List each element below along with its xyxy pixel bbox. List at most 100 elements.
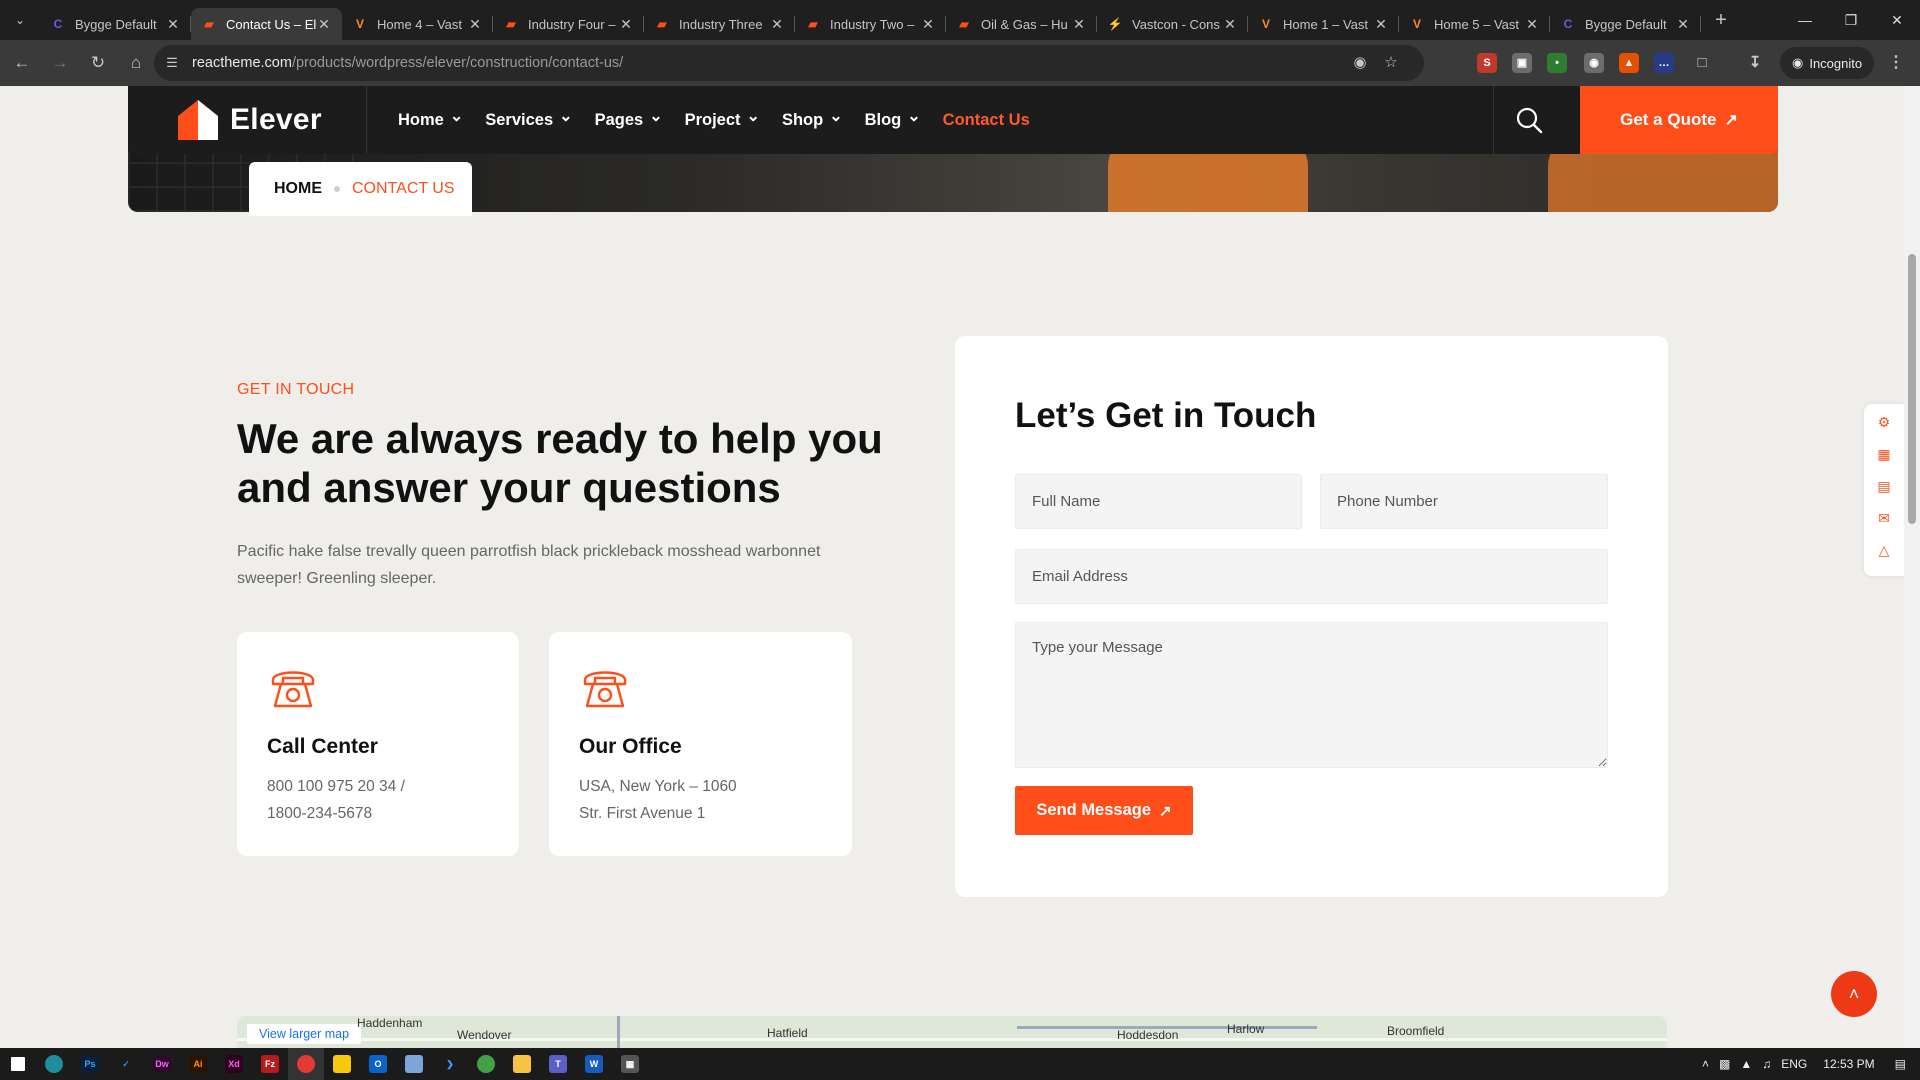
language-indicator[interactable]: ENG: [1781, 1057, 1807, 1071]
browser-tab[interactable]: ⚡ Vastcon - Cons ✕: [1097, 8, 1248, 40]
camera-extension-icon[interactable]: ◉: [1584, 53, 1604, 73]
browser-menu-icon[interactable]: ⋮: [1886, 53, 1906, 73]
outlook-icon[interactable]: O: [360, 1048, 396, 1080]
back-button[interactable]: ←: [6, 47, 38, 79]
menu-item-shop[interactable]: Shop ⌄: [782, 108, 843, 130]
eye-off-icon[interactable]: ◉: [1351, 54, 1369, 72]
menu-item-contact-us[interactable]: Contact Us: [943, 111, 1030, 130]
settings-gear-icon[interactable]: ⚙: [1864, 408, 1904, 436]
download-icon[interactable]: ↧: [1745, 53, 1765, 73]
menu-item-home[interactable]: Home ⌄: [398, 108, 463, 130]
tab-search-icon[interactable]: ⌄: [0, 0, 40, 40]
cart-icon[interactable]: △: [1864, 536, 1904, 564]
calculator-icon[interactable]: ▦: [612, 1048, 648, 1080]
extension-icon[interactable]: •: [1547, 53, 1567, 73]
close-tab-icon[interactable]: ✕: [1222, 16, 1238, 33]
browser-tab[interactable]: C Bygge Default ✕: [1550, 8, 1701, 40]
reload-button[interactable]: ↻: [82, 47, 114, 79]
menu-item-pages[interactable]: Pages ⌄: [595, 108, 663, 130]
search-icon[interactable]: [1513, 104, 1545, 136]
wifi-icon[interactable]: ▲: [1740, 1057, 1752, 1071]
browser-tab[interactable]: ▰ Oil & Gas – Hu ✕: [946, 8, 1097, 40]
close-tab-icon[interactable]: ✕: [316, 16, 332, 33]
extensions-puzzle-icon[interactable]: □: [1692, 53, 1712, 73]
close-tab-icon[interactable]: ✕: [1675, 16, 1691, 33]
extension-icon[interactable]: ▲: [1619, 53, 1639, 73]
browser-tab[interactable]: ▰ Contact Us – El ✕: [191, 8, 342, 40]
windows-start-icon[interactable]: [0, 1048, 36, 1080]
browser-tab[interactable]: V Home 4 – Vast ✕: [342, 8, 493, 40]
edge-icon[interactable]: [36, 1048, 72, 1080]
telephone-icon: [583, 671, 627, 708]
home-button[interactable]: ⌂: [120, 47, 152, 79]
address-bar[interactable]: ☰ reactheme.com/products/wordpress/eleve…: [154, 45, 1424, 81]
get-quote-button[interactable]: Get a Quote ↗: [1580, 86, 1778, 154]
chrome-icon[interactable]: [288, 1048, 324, 1080]
close-tab-icon[interactable]: ✕: [165, 16, 181, 33]
browser-tab[interactable]: V Home 1 – Vast ✕: [1248, 8, 1399, 40]
bookmark-star-icon[interactable]: ☆: [1382, 54, 1400, 72]
chrome-icon[interactable]: [468, 1048, 504, 1080]
page-scrollbar[interactable]: [1904, 86, 1920, 1048]
menu-item-project[interactable]: Project ⌄: [685, 108, 760, 130]
todo-icon[interactable]: ✓: [108, 1048, 144, 1080]
site-logo[interactable]: Elever: [178, 100, 322, 140]
site-info-icon[interactable]: ☰: [154, 55, 190, 71]
message-textarea[interactable]: [1015, 622, 1608, 768]
restore-button[interactable]: ❐: [1828, 0, 1874, 40]
extension-icon[interactable]: S: [1477, 53, 1497, 73]
browser-tab[interactable]: ▰ Industry Two – ✕: [795, 8, 946, 40]
chat-icon[interactable]: ✉: [1864, 504, 1904, 532]
send-message-button[interactable]: Send Message ↗: [1015, 786, 1193, 835]
embedded-map[interactable]: View larger map Haddenham Wendover Hatfiel…: [237, 1016, 1667, 1048]
bygge-c-icon: C: [1563, 17, 1573, 31]
menu-item-services[interactable]: Services ⌄: [485, 108, 572, 130]
scroll-to-top-button[interactable]: ˄: [1831, 971, 1877, 1017]
close-tab-icon[interactable]: ✕: [1524, 16, 1540, 33]
photoshop-icon[interactable]: Ps: [72, 1048, 108, 1080]
vscode-icon[interactable]: ❯: [432, 1048, 468, 1080]
sticky-notes-icon[interactable]: [324, 1048, 360, 1080]
layout-grid-icon[interactable]: ▦: [1864, 440, 1904, 468]
document-icon[interactable]: ▤: [1864, 472, 1904, 500]
email-input[interactable]: [1015, 549, 1608, 604]
close-tab-icon[interactable]: ✕: [769, 16, 785, 33]
word-icon[interactable]: W: [576, 1048, 612, 1080]
breadcrumb-home-link[interactable]: HOME: [274, 180, 322, 198]
illustrator-icon[interactable]: Ai: [180, 1048, 216, 1080]
extension-icon[interactable]: …: [1654, 53, 1674, 73]
browser-tab[interactable]: ▰ Industry Three ✕: [644, 8, 795, 40]
dreamweaver-icon[interactable]: Dw: [144, 1048, 180, 1080]
full-name-input[interactable]: [1015, 474, 1302, 529]
chevron-up-icon[interactable]: ˄: [1702, 1057, 1709, 1071]
menu-item-blog[interactable]: Blog ⌄: [865, 108, 921, 130]
incognito-badge[interactable]: ◉ Incognito: [1780, 47, 1875, 79]
new-tab-button[interactable]: +: [1705, 4, 1737, 36]
browser-tab[interactable]: ▰ Industry Four – ✕: [493, 8, 644, 40]
close-window-button[interactable]: ✕: [1874, 0, 1920, 40]
browser-tab[interactable]: C Bygge Default ✕: [40, 8, 191, 40]
close-tab-icon[interactable]: ✕: [920, 16, 936, 33]
forward-button[interactable]: →: [44, 47, 76, 79]
volume-icon[interactable]: ♫: [1762, 1057, 1771, 1071]
browser-tab[interactable]: V Home 5 – Vast ✕: [1399, 8, 1550, 40]
notification-icon[interactable]: ▤: [1895, 1057, 1906, 1071]
close-tab-icon[interactable]: ✕: [618, 16, 634, 33]
notepad-icon[interactable]: [396, 1048, 432, 1080]
extension-icon[interactable]: ▣: [1512, 53, 1532, 73]
phone-number-line[interactable]: 800 100 975 20 34 /: [267, 778, 405, 795]
phone-number-input[interactable]: [1320, 474, 1608, 529]
phone-number-line[interactable]: 1800-234-5678: [267, 805, 372, 822]
clock[interactable]: 12:53 PM: [1823, 1057, 1874, 1071]
close-tab-icon[interactable]: ✕: [1071, 16, 1087, 33]
filezilla-icon[interactable]: Fz: [252, 1048, 288, 1080]
minimize-button[interactable]: —: [1782, 0, 1828, 40]
teams-icon[interactable]: T: [540, 1048, 576, 1080]
file-explorer-icon[interactable]: [504, 1048, 540, 1080]
close-tab-icon[interactable]: ✕: [1373, 16, 1389, 33]
display-icon[interactable]: ▩: [1719, 1057, 1730, 1071]
scrollbar-thumb[interactable]: [1908, 254, 1916, 524]
xd-icon[interactable]: Xd: [216, 1048, 252, 1080]
close-tab-icon[interactable]: ✕: [467, 16, 483, 33]
view-larger-map-link[interactable]: View larger map: [247, 1024, 362, 1044]
